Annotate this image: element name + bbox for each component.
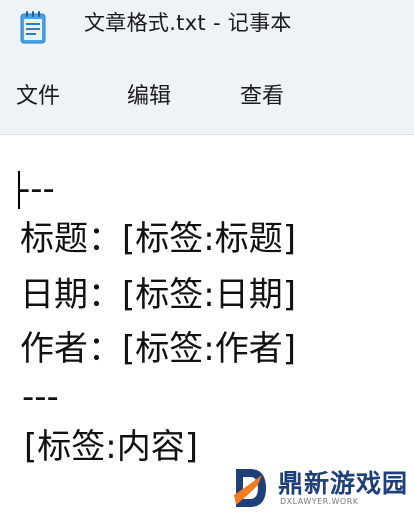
- editor-line: 作者：[标签:作者]: [20, 329, 296, 369]
- editor-line: [标签:内容]: [24, 427, 198, 467]
- editor-line: ---: [22, 377, 59, 417]
- title-bar: 文章格式.txt - 记事本: [0, 0, 414, 56]
- menu-file[interactable]: 文件: [16, 82, 60, 112]
- watermark-domain: DXLAWYER.WORK: [280, 497, 359, 506]
- editor-line: 日期：[标签:日期]: [20, 275, 296, 315]
- notepad-icon: [20, 11, 46, 44]
- editor-line: ---: [18, 169, 55, 209]
- site-logo-icon: [234, 469, 266, 507]
- menu-bar: 文件 编辑 查看: [0, 56, 414, 135]
- editor-line: 标题：[标签:标题]: [20, 219, 296, 259]
- menu-view[interactable]: 查看: [240, 82, 284, 112]
- watermark-name: 鼎新游戏园: [278, 469, 409, 498]
- window-title: 文章格式.txt - 记事本: [84, 11, 292, 35]
- watermark: 鼎新游戏园 DXLAWYER.WORK: [218, 462, 414, 516]
- menu-edit[interactable]: 编辑: [127, 82, 171, 112]
- text-editor[interactable]: --- 标题：[标签:标题] 日期：[标签:日期] 作者：[标签:作者] ---…: [0, 135, 414, 516]
